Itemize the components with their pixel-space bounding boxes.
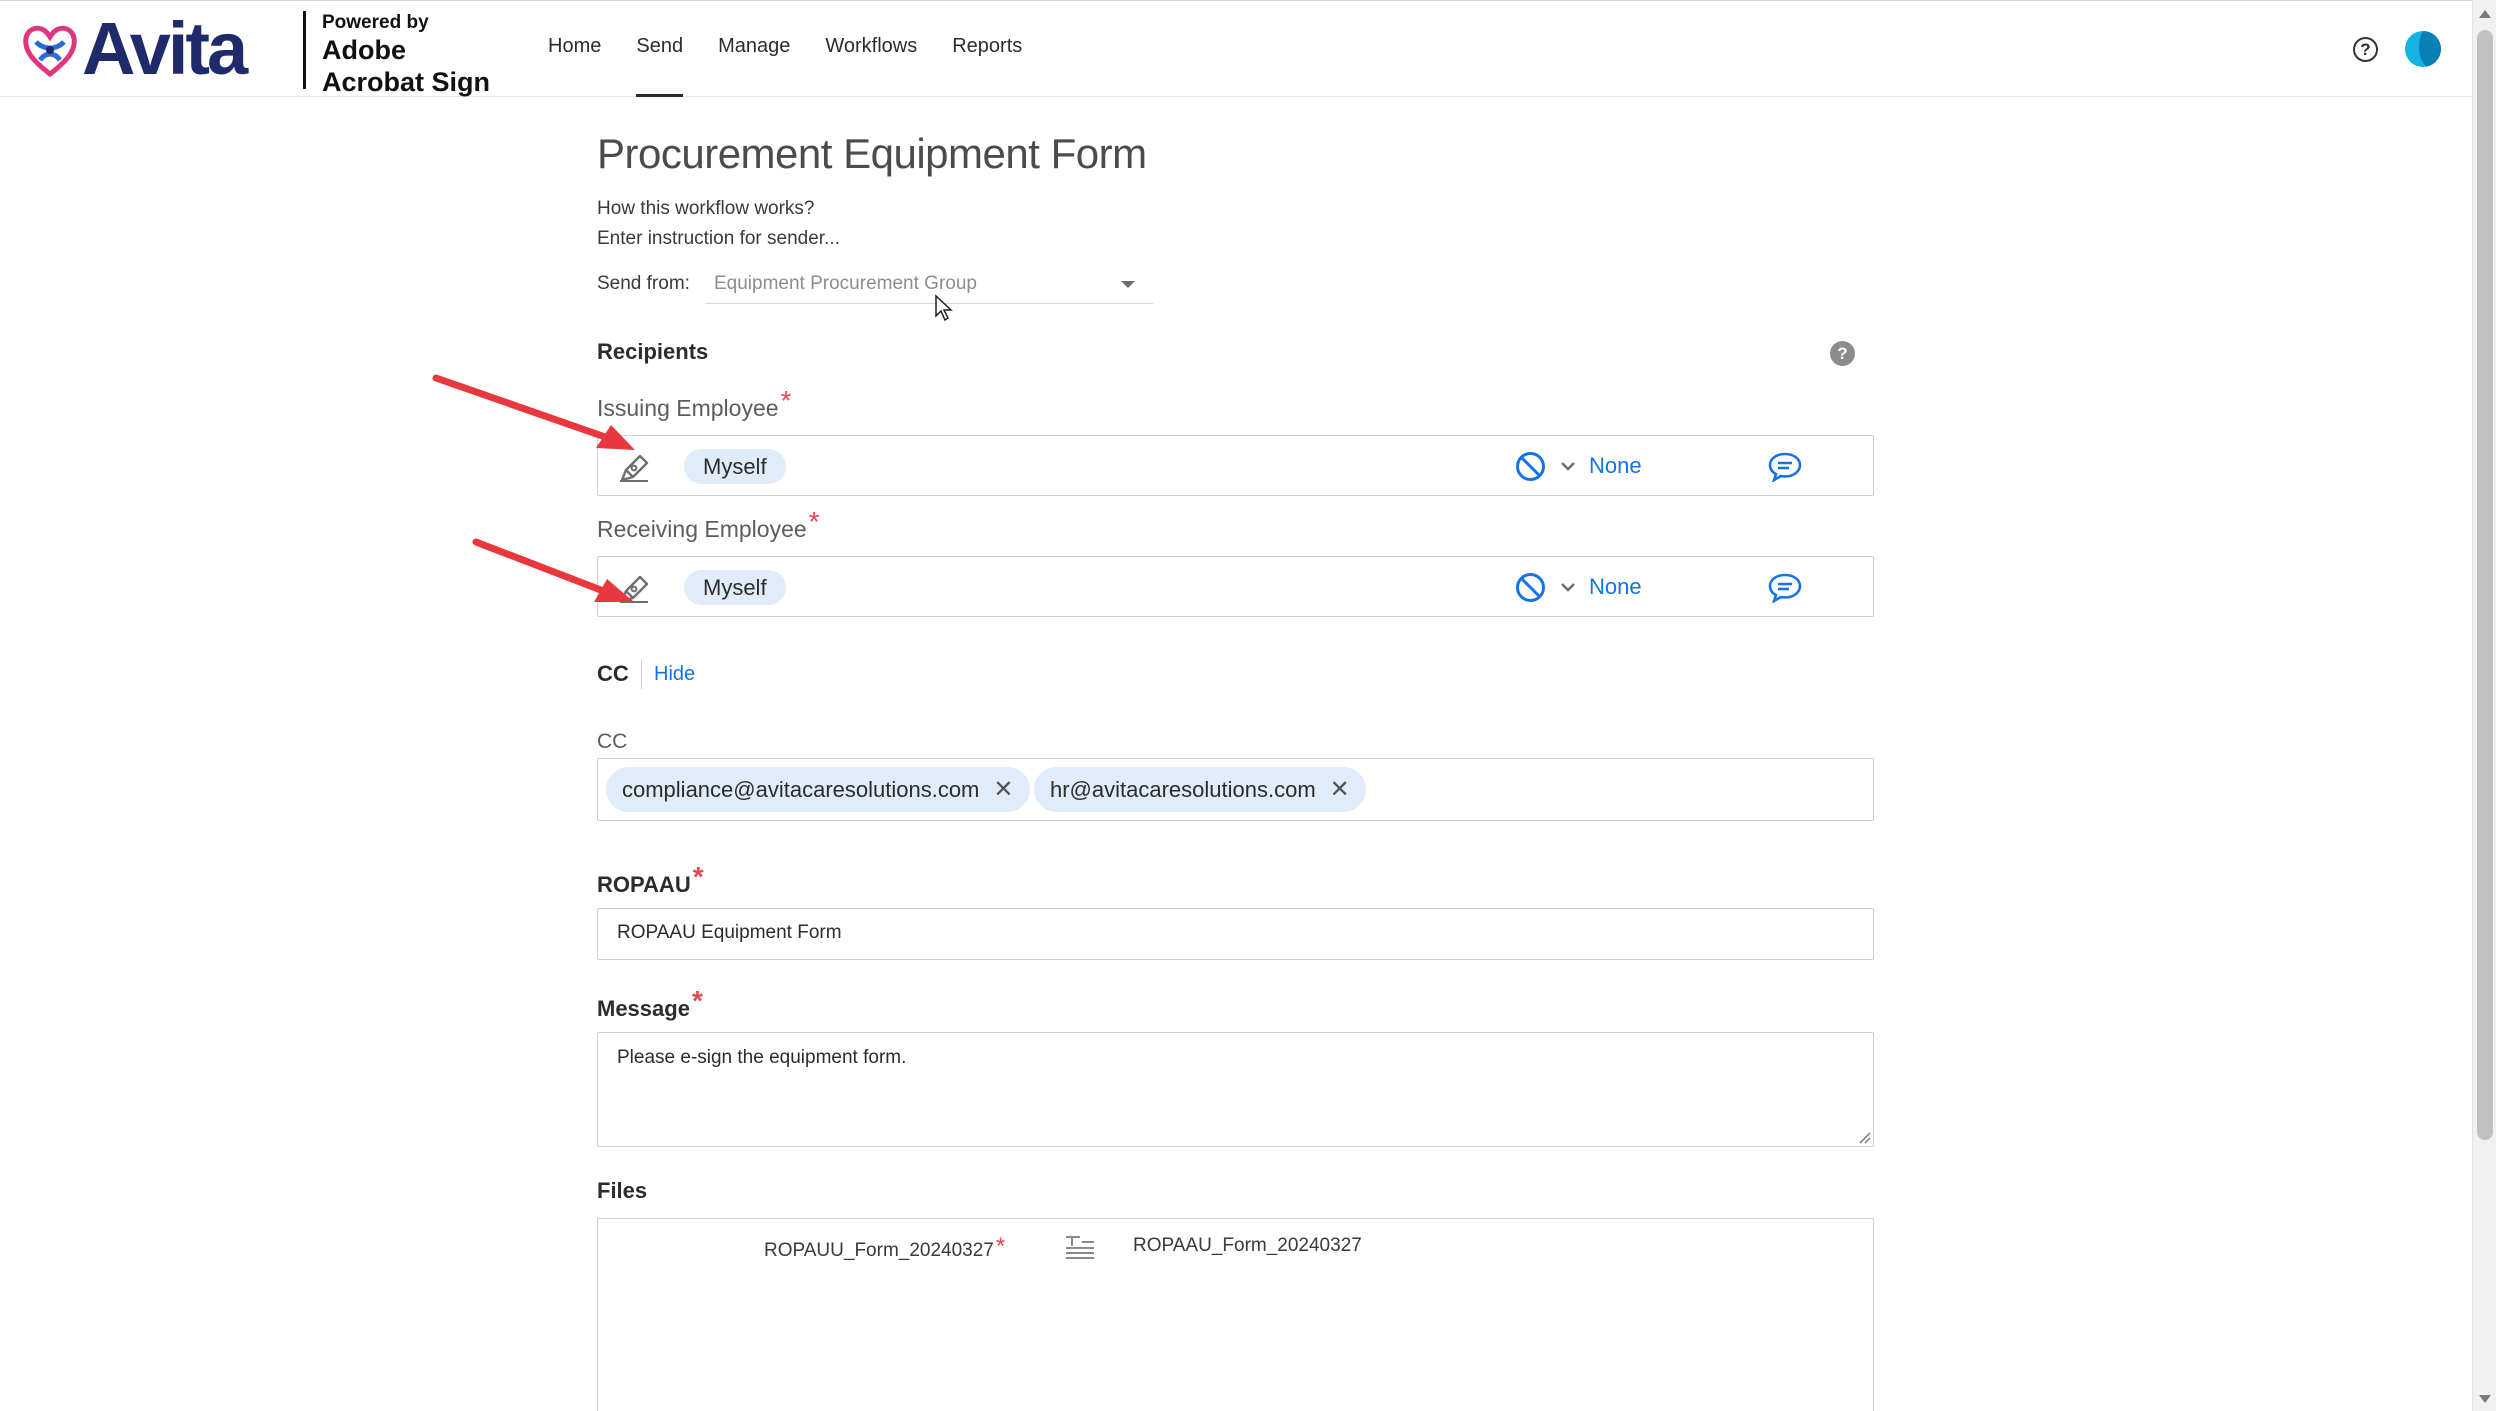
scrollbar-thumb[interactable] <box>2477 30 2493 1140</box>
cc-email-chip[interactable]: compliance@avitacaresolutions.com ✕ <box>606 767 1030 812</box>
annotation-arrow-issuing <box>432 374 635 450</box>
avita-heart-icon <box>23 25 77 78</box>
message-label-text: Message <box>597 996 690 1021</box>
message-textarea[interactable]: Please e-sign the equipment form. <box>597 1032 1874 1147</box>
chevron-down-icon[interactable] <box>1560 455 1576 477</box>
cc-hide-link[interactable]: Hide <box>654 663 695 686</box>
main-nav: Home Send Manage Workflows Reports <box>548 35 1057 97</box>
agreement-name-input[interactable]: ROPAAU Equipment Form <box>597 908 1874 960</box>
sender-instruction-text: Enter instruction for sender... <box>597 228 840 249</box>
cc-email-chip[interactable]: hr@avitacaresolutions.com ✕ <box>1034 767 1366 812</box>
required-asterisk: * <box>808 506 820 537</box>
recipient-row-receiving: Myself None <box>597 556 1874 617</box>
page-title: Procurement Equipment Form <box>597 130 1147 177</box>
resize-grip-icon[interactable] <box>1857 1130 1871 1144</box>
nav-reports[interactable]: Reports <box>952 35 1022 97</box>
message-text: Please e-sign the equipment form. <box>617 1047 907 1068</box>
ropaau-label: ROPAAU* <box>597 861 704 899</box>
send-from-label: Send from: <box>597 273 690 294</box>
remove-cc-icon[interactable]: ✕ <box>1330 775 1350 804</box>
recipient-chip[interactable]: Myself <box>684 570 786 605</box>
logo-wordmark: Avita <box>82 7 248 90</box>
nav-send[interactable]: Send <box>636 35 683 97</box>
required-file-name: ROPAUU_Form_20240327 <box>764 1240 994 1261</box>
cc-email-text: compliance@avitacaresolutions.com <box>622 776 980 802</box>
annotation-arrow-receiving <box>472 538 634 602</box>
recipients-heading: Recipients <box>597 339 709 364</box>
no-auth-icon[interactable] <box>1515 451 1546 482</box>
no-auth-icon[interactable] <box>1515 572 1546 603</box>
ropaau-label-text: ROPAAU <box>597 872 691 897</box>
scroll-up-arrow-icon[interactable] <box>2479 10 2491 18</box>
required-asterisk: * <box>780 385 792 416</box>
cc-field-label: CC <box>597 730 628 753</box>
scroll-down-arrow-icon[interactable] <box>2479 1395 2491 1403</box>
auth-method-select[interactable]: None <box>1589 453 1642 479</box>
chevron-down-icon[interactable] <box>1560 576 1576 598</box>
cc-email-text: hr@avitacaresolutions.com <box>1050 776 1316 802</box>
required-file-slot: ROPAUU_Form_20240327* <box>764 1233 1006 1263</box>
user-avatar[interactable] <box>2405 31 2441 67</box>
required-asterisk: * <box>692 861 704 892</box>
acrobat-sign-line: Acrobat Sign <box>322 67 491 97</box>
cc-heading: CC <box>597 661 629 686</box>
recipient-row-issuing: Myself None <box>597 435 1874 496</box>
chevron-down-icon <box>1121 281 1135 288</box>
recipient-chip[interactable]: Myself <box>684 449 786 484</box>
page-scrollbar[interactable] <box>2472 0 2496 1411</box>
question-circle-icon[interactable]: ? <box>2353 37 2378 62</box>
app-header: Avita Powered by Adobe Acrobat Sign Home… <box>0 0 2472 97</box>
files-heading: Files <box>597 1178 648 1203</box>
mouse-cursor-icon <box>935 294 953 322</box>
message-label: Message* <box>597 985 703 1023</box>
how-workflow-works-text: How this workflow works? <box>597 198 815 219</box>
send-from-dropdown[interactable]: Equipment Procurement Group <box>705 264 1153 304</box>
cc-input[interactable]: compliance@avitacaresolutions.com ✕ hr@a… <box>597 758 1874 821</box>
attached-file-name[interactable]: ROPAAU_Form_20240327 <box>1133 1235 1362 1257</box>
files-panel: ROPAUU_Form_20240327* ROPAAU_Form_202403… <box>597 1218 1874 1411</box>
nav-workflows[interactable]: Workflows <box>825 35 917 97</box>
private-message-icon[interactable] <box>1767 451 1803 482</box>
logo-divider <box>303 11 306 89</box>
cc-divider <box>641 659 642 689</box>
required-asterisk: * <box>995 1233 1006 1260</box>
nav-manage[interactable]: Manage <box>718 35 790 97</box>
powered-by-adobe: Powered by Adobe Acrobat Sign <box>322 13 490 96</box>
avita-logo[interactable]: Avita <box>22 7 248 90</box>
document-lines-icon <box>1066 1236 1094 1259</box>
powered-by-line: Powered by <box>322 12 429 33</box>
private-message-icon[interactable] <box>1767 572 1803 603</box>
send-from-value: Equipment Procurement Group <box>714 273 977 294</box>
required-asterisk: * <box>691 985 703 1016</box>
remove-cc-icon[interactable]: ✕ <box>993 775 1013 804</box>
adobe-line: Adobe <box>322 35 406 65</box>
auth-method-select[interactable]: None <box>1589 574 1642 600</box>
recipients-help-icon[interactable]: ? <box>1830 341 1855 366</box>
nav-home[interactable]: Home <box>548 35 601 97</box>
